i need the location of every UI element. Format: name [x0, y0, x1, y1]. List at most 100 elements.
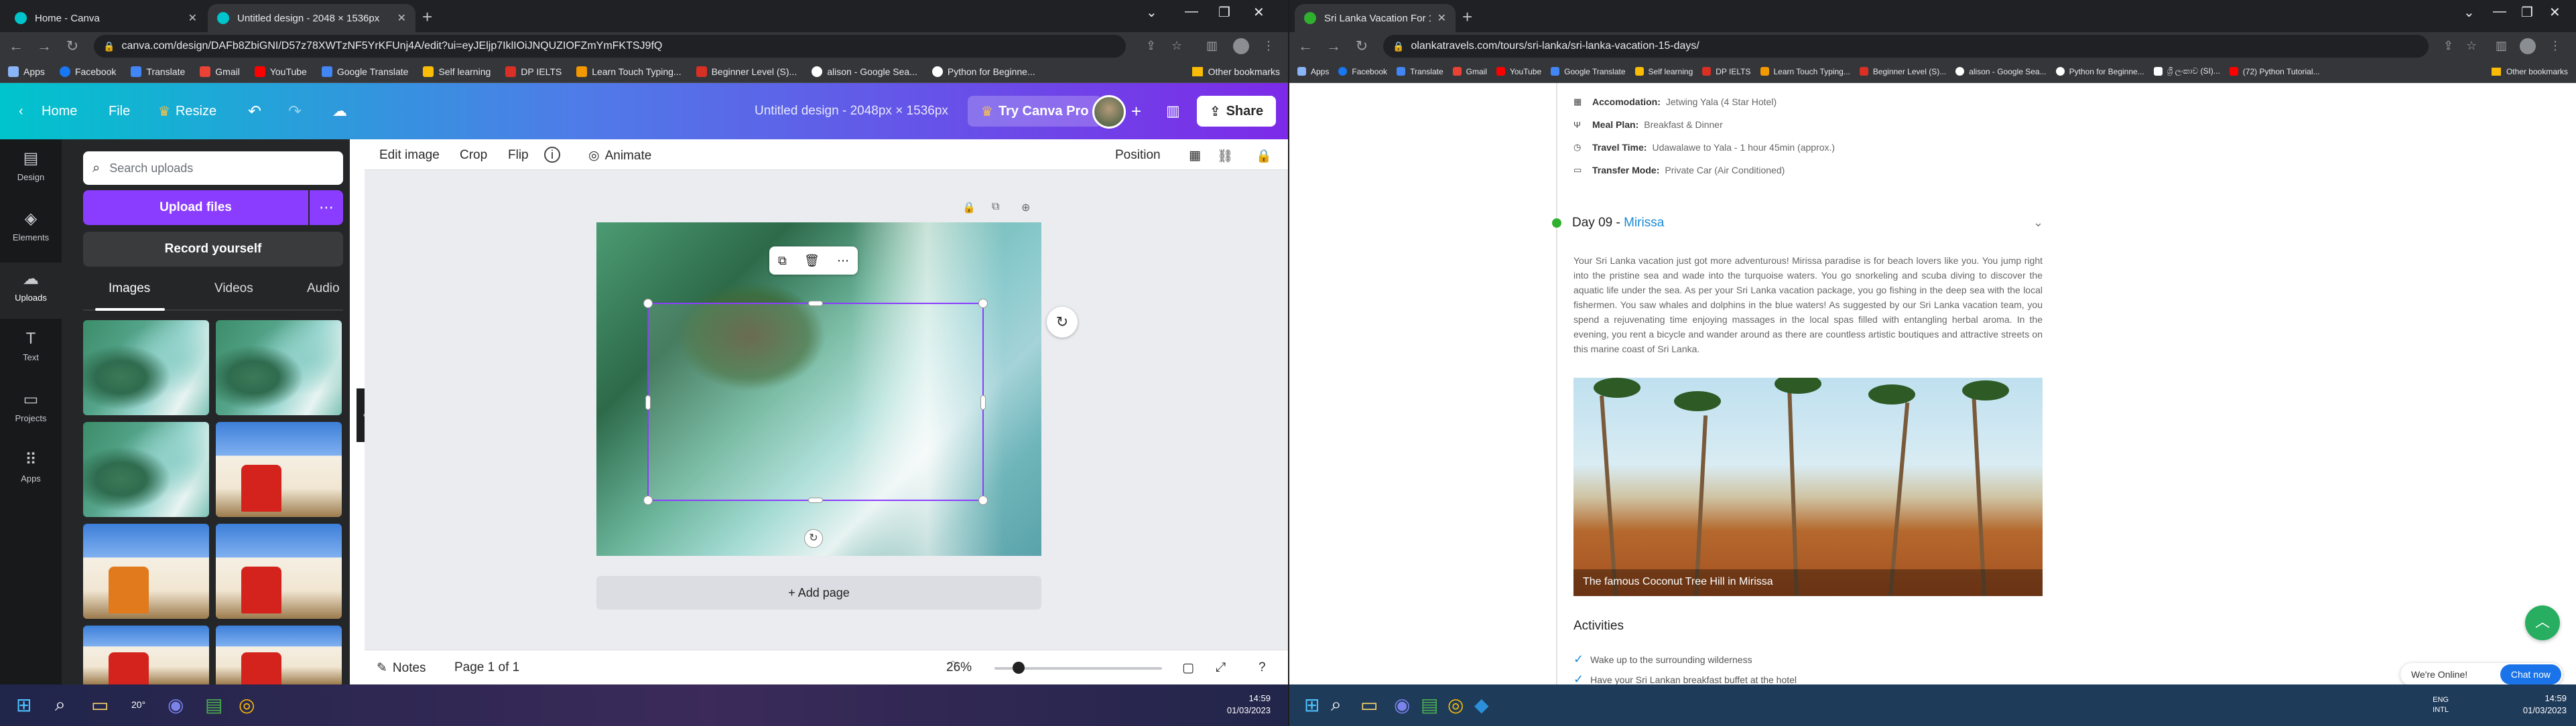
user-avatar[interactable] [1092, 95, 1126, 129]
redo-icon[interactable]: ↷ [288, 83, 302, 139]
zoom-percent[interactable]: 26% [946, 660, 972, 675]
fullscreen-icon[interactable]: ⤢ [1216, 660, 1226, 675]
bookmark-apps[interactable]: Apps [1297, 67, 1329, 76]
bookmark-beginner-level[interactable]: Beginner Level (S)... [1859, 67, 1946, 76]
undo-icon[interactable]: ↶ [248, 83, 261, 139]
resize-handle[interactable] [980, 395, 986, 410]
chrome-icon[interactable]: ◎ [1447, 694, 1464, 716]
upload-more-options-icon[interactable]: ⋯ [310, 190, 343, 225]
menu-kebab-icon[interactable]: ⋮ [1263, 39, 1275, 53]
workspace-scrollbar[interactable] [1277, 170, 1287, 650]
add-collaborator-icon[interactable]: + [1131, 83, 1141, 139]
live-chat-widget[interactable]: We're Online! Chat now [2400, 663, 2563, 686]
rail-uploads[interactable]: ☁ Uploads [0, 263, 62, 319]
share-page-icon[interactable]: ⇪ [1146, 39, 1156, 53]
upload-thumbnail[interactable] [216, 626, 342, 684]
rotate-handle-icon[interactable]: ↻ [804, 529, 823, 548]
vscode-icon[interactable]: ◆ [1474, 694, 1489, 716]
position-button[interactable]: Position [1115, 148, 1161, 163]
bookmark-learn-typing[interactable]: Learn Touch Typing... [576, 66, 682, 77]
file-explorer-icon[interactable]: ▭ [91, 694, 109, 716]
close-window-icon[interactable]: ✕ [2549, 4, 2561, 21]
upload-thumbnail[interactable] [216, 320, 342, 415]
rail-apps[interactable]: ⠿ Apps [0, 450, 62, 484]
add-page-button[interactable]: + Add page [596, 576, 1041, 609]
page-indicator[interactable]: Page 1 of 1 [454, 660, 519, 675]
selected-image-element[interactable] [643, 299, 988, 505]
bookmark-google-translate[interactable]: Google Translate [1551, 67, 1626, 76]
tab-untitled-design[interactable]: Untitled design - 2048 × 1536px ✕ [208, 4, 415, 32]
bookmark-beginner-level[interactable]: Beginner Level (S)... [696, 66, 797, 77]
chrome-icon[interactable]: ◎ [239, 694, 255, 716]
bookmark-gmail[interactable]: Gmail [1452, 67, 1487, 76]
profile-avatar[interactable] [1233, 38, 1249, 54]
bookmark-apps[interactable]: Apps [8, 66, 45, 77]
delete-icon[interactable]: 🗑 [804, 254, 820, 268]
refresh-suggestion-icon[interactable]: ↻ [1047, 307, 1078, 338]
address-bar[interactable]: 🔒 canva.com/design/DAFb8ZbiGNI/D57z78XWT… [94, 35, 1126, 58]
upload-thumbnail[interactable] [83, 320, 209, 415]
back-icon[interactable]: ← [1293, 38, 1317, 55]
bookmark-star-icon[interactable]: ☆ [1171, 39, 1182, 53]
cloud-save-icon[interactable]: ☁ [332, 83, 347, 139]
lock-page-icon[interactable]: 🔒 [962, 201, 976, 214]
taskbar-clock[interactable]: 14:59 01/03/2023 [2516, 693, 2567, 717]
resize-handle[interactable] [808, 498, 823, 503]
file-menu[interactable]: File [109, 83, 130, 139]
new-tab-button[interactable]: + [1462, 7, 1472, 27]
page-count-icon[interactable]: ▢ [1182, 660, 1194, 676]
bookmark-star-icon[interactable]: ☆ [2466, 39, 2477, 53]
reload-icon[interactable]: ↻ [1350, 38, 1374, 55]
tab-videos[interactable]: Videos [214, 281, 253, 296]
tab-home-canva[interactable]: Home - Canva ✕ [5, 4, 206, 32]
taskbar-search-icon[interactable]: ⌕ [55, 694, 66, 716]
tab-audio[interactable]: Audio [307, 281, 340, 296]
upload-thumbnail[interactable] [216, 524, 342, 619]
bookmark-youtube[interactable]: YouTube [1496, 67, 1541, 76]
bookmark-learn-typing[interactable]: Learn Touch Typing... [1760, 67, 1850, 76]
minimize-icon[interactable]: — [1185, 4, 1198, 19]
resize-handle[interactable] [643, 299, 653, 308]
close-tab-icon[interactable]: ✕ [1437, 11, 1446, 25]
resize-handle[interactable] [645, 395, 651, 410]
other-bookmarks[interactable]: Other bookmarks [2491, 60, 2568, 82]
upload-thumbnail[interactable] [83, 626, 209, 684]
weather-widget[interactable]: 20° [131, 699, 145, 710]
menu-kebab-icon[interactable]: ⋮ [2549, 39, 2561, 53]
bookmark-python-tutorial[interactable]: (72) Python Tutorial... [2229, 67, 2320, 76]
resize-handle[interactable] [978, 496, 988, 505]
taskbar-search-icon[interactable]: ⌕ [1331, 694, 1342, 716]
bookmark-gmail[interactable]: Gmail [200, 66, 240, 77]
record-yourself-button[interactable]: Record yourself [83, 232, 343, 267]
transparency-icon[interactable]: ▦ [1189, 148, 1201, 163]
bookmark-python[interactable]: Python for Beginne... [931, 66, 1035, 77]
notes-button[interactable]: ✎ Notes [377, 660, 426, 676]
more-options-icon[interactable]: ⋯ [837, 254, 849, 268]
rail-elements[interactable]: ◈ Elements [0, 209, 62, 242]
chevron-down-icon[interactable]: ⌄ [2033, 216, 2043, 230]
day-heading[interactable]: Day 09 - Mirissa [1572, 216, 1664, 230]
profile-avatar[interactable] [2520, 38, 2536, 54]
file-explorer-icon[interactable]: ▭ [1360, 694, 1378, 716]
insights-chart-icon[interactable]: ▥ [1166, 83, 1180, 139]
rail-text[interactable]: T Text [0, 330, 62, 362]
tab-sri-lanka-vacation[interactable]: Sri Lanka Vacation For 15 Days | ✕ [1295, 4, 1456, 32]
animate-button[interactable]: ◎ Animate [588, 148, 651, 163]
bookmark-dp-ielts[interactable]: DP IELTS [1702, 67, 1751, 76]
home-button[interactable]: Home [42, 83, 77, 139]
back-chevron-icon[interactable]: ‹ [19, 83, 23, 139]
add-page-icon[interactable]: ⊕ [1021, 201, 1030, 214]
lock-element-icon[interactable]: 🔒 [1256, 148, 1272, 164]
tab-search-icon[interactable]: ⌄ [1146, 4, 1157, 21]
upload-thumbnail[interactable] [83, 524, 209, 619]
address-bar[interactable]: 🔒 olankatravels.com/tours/sri-lanka/sri-… [1383, 35, 2429, 58]
resize-button[interactable]: ♛ Resize [158, 83, 216, 139]
document-title[interactable]: Untitled design - 2048px × 1536px [755, 83, 948, 139]
share-button[interactable]: ⇪ Share [1197, 96, 1276, 127]
upload-files-button[interactable]: Upload files [83, 190, 308, 225]
back-icon[interactable]: ← [4, 38, 28, 55]
maximize-icon[interactable]: ❐ [1218, 4, 1230, 21]
side-panel-icon[interactable]: ▥ [2496, 39, 2507, 53]
windows-start-icon[interactable]: ⊞ [1304, 694, 1319, 716]
search-uploads-input[interactable]: ⌕ Search uploads [83, 151, 343, 185]
